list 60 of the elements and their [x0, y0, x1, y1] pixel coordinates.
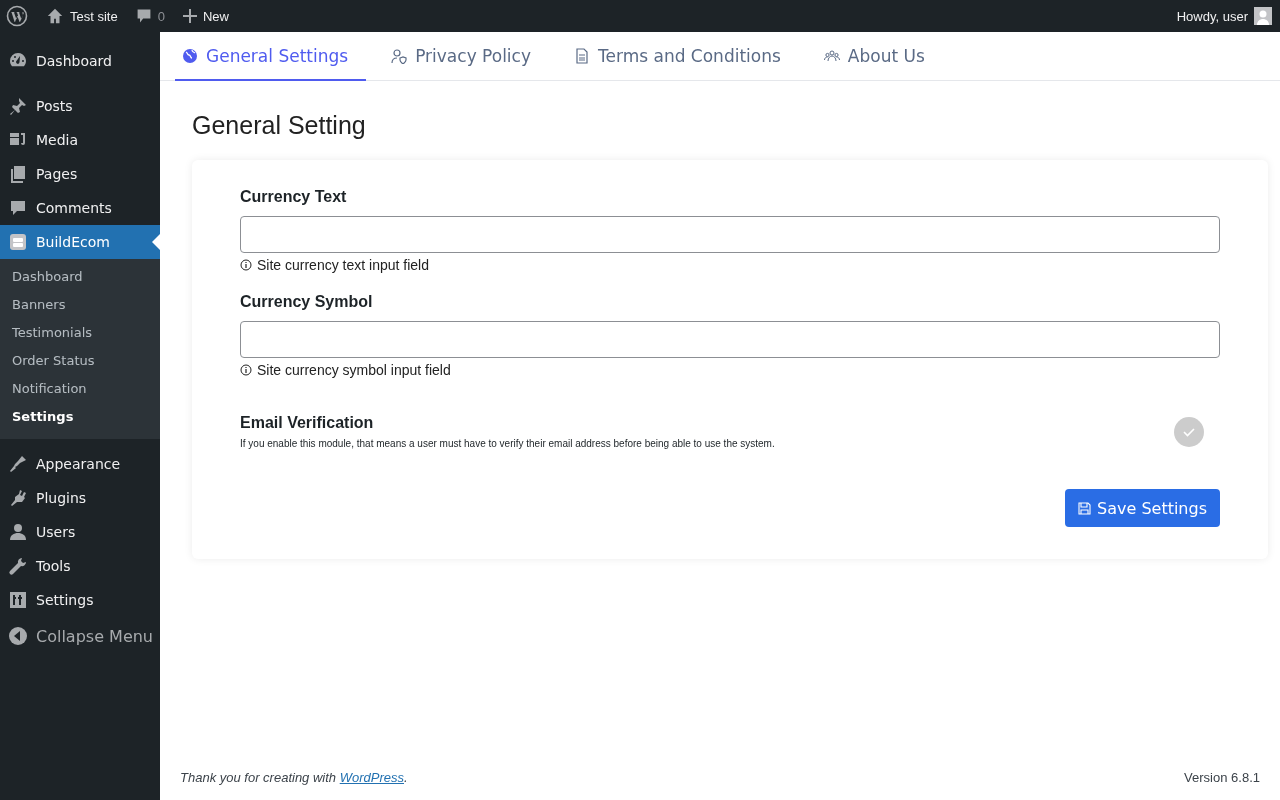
collapse-icon	[8, 626, 28, 646]
menu-item-icon	[8, 198, 28, 218]
submenu-item[interactable]: Dashboard	[0, 263, 160, 291]
submenu-item[interactable]: Order Status	[0, 347, 160, 375]
submenu-item[interactable]: Testimonials	[0, 319, 160, 347]
sidebar-item[interactable]: Dashboard	[0, 44, 160, 78]
version-text: Version 6.8.1	[1184, 770, 1260, 787]
home-icon[interactable]	[46, 7, 64, 25]
comment-icon[interactable]	[135, 8, 152, 24]
input-field[interactable]	[240, 216, 1220, 253]
site-name-link[interactable]: Test site	[70, 8, 118, 24]
document-icon	[574, 47, 590, 64]
people-icon	[823, 47, 840, 64]
tab[interactable]: General Settings	[175, 32, 367, 81]
greeting-link[interactable]: Howdy, user	[1176, 8, 1248, 24]
sidebar-item[interactable]: Media	[0, 123, 160, 157]
field-hint: Site currency text input field	[257, 257, 429, 273]
input-field[interactable]	[240, 321, 1220, 358]
page-title: General Setting	[192, 111, 367, 140]
globe-icon	[182, 47, 198, 64]
sidebar-item[interactable]: Posts	[0, 89, 160, 123]
menu-item-icon	[8, 590, 28, 610]
user-shield-icon	[391, 47, 408, 64]
menu-item-icon	[8, 556, 28, 576]
sidebar-item[interactable]: Appearance	[0, 447, 160, 481]
setting-title: Email Verification	[240, 414, 375, 432]
save-settings-button[interactable]: Save Settings	[1065, 489, 1220, 527]
menu-item-icon	[8, 454, 28, 474]
menu-item-icon	[8, 96, 28, 116]
toggle-switch[interactable]	[1174, 416, 1204, 447]
new-link[interactable]: New	[202, 8, 229, 24]
sidebar-item[interactable]: BuildEcom	[0, 225, 160, 259]
comment-count: 0	[157, 8, 165, 24]
menu-item-icon	[8, 522, 28, 542]
menu-item-icon	[8, 164, 28, 184]
field-label: Currency Text	[240, 188, 348, 206]
submenu-item[interactable]: Banners	[0, 291, 160, 319]
menu-item-icon	[8, 488, 28, 508]
wordpress-link[interactable]: WordPress	[339, 770, 404, 785]
setting-description: If you enable this module, that means a user must have to verify their email address before being able to use the system.	[240, 438, 775, 449]
submenu-item[interactable]: Settings	[0, 403, 160, 431]
sidebar-item[interactable]: Users	[0, 515, 160, 549]
wordpress-logo-icon[interactable]	[6, 5, 28, 27]
submenu-item[interactable]: Notification	[0, 375, 160, 403]
tab[interactable]: About Us	[816, 32, 943, 81]
field-label: Currency Symbol	[240, 293, 374, 311]
footer-text: Thank you for creating with WordPress.	[180, 770, 408, 787]
info-icon	[240, 364, 252, 376]
menu-item-icon	[8, 232, 28, 252]
sidebar-item[interactable]: Tools	[0, 549, 160, 583]
info-icon	[240, 259, 252, 271]
sidebar-item[interactable]: Comments	[0, 191, 160, 225]
tab[interactable]: Privacy Policy	[384, 32, 549, 81]
plus-icon[interactable]	[182, 9, 197, 23]
field-hint: Site currency symbol input field	[257, 362, 451, 378]
collapse-menu-button[interactable]: Collapse Menu	[0, 617, 160, 655]
sidebar-item[interactable]: Plugins	[0, 481, 160, 515]
sidebar-item[interactable]: Pages	[0, 157, 160, 191]
sidebar-item[interactable]: Settings	[0, 583, 160, 617]
tab[interactable]: Terms and Conditions	[567, 32, 799, 81]
